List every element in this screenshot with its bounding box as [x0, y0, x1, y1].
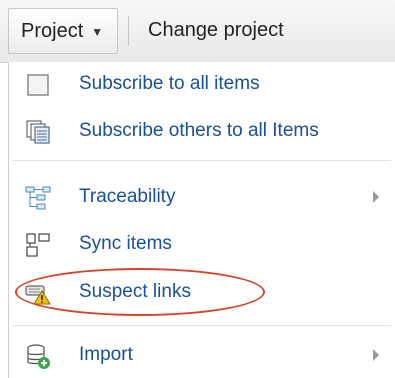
- menu-item-import[interactable]: Import: [9, 333, 395, 377]
- submenu-arrow-icon: [373, 191, 379, 203]
- menu-item-label: Traceability: [79, 186, 176, 207]
- stacked-pages-icon: [26, 120, 50, 144]
- chevron-down-icon: ▼: [91, 25, 104, 39]
- menu-divider: [13, 325, 391, 326]
- project-menu-label: Project: [21, 19, 84, 42]
- sync-icon: [26, 233, 50, 257]
- warning-link-icon: [25, 285, 51, 305]
- project-menu-button[interactable]: Project ▼: [8, 8, 118, 54]
- checkbox-icon: [27, 74, 49, 96]
- menu-item-label: Sync items: [79, 233, 172, 254]
- menu-item-traceability[interactable]: Traceability: [9, 175, 395, 219]
- submenu-arrow-icon: [373, 349, 379, 361]
- menu-item-suspect-links[interactable]: Suspect links: [9, 270, 395, 314]
- menu-divider: [13, 160, 391, 161]
- menu-item-subscribe-others[interactable]: Subscribe others to all Items: [9, 109, 395, 153]
- menu-item-label: Subscribe to all items: [79, 73, 260, 94]
- import-icon: [27, 344, 50, 369]
- menu-item-label: Import: [79, 344, 133, 365]
- menu-item-label: Subscribe others to all Items: [79, 120, 319, 141]
- project-dropdown-menu: Subscribe to all items Subscribe others …: [8, 62, 395, 378]
- change-project-button[interactable]: Change project: [148, 19, 284, 42]
- menu-item-sync-items[interactable]: Sync items: [9, 222, 395, 266]
- tree-icon: [25, 186, 51, 210]
- toolbar: Project ▼ Change project: [0, 0, 395, 63]
- menu-item-subscribe-all[interactable]: Subscribe to all items: [9, 62, 395, 106]
- menu-item-label: Suspect links: [79, 281, 191, 302]
- toolbar-separator: [128, 16, 129, 46]
